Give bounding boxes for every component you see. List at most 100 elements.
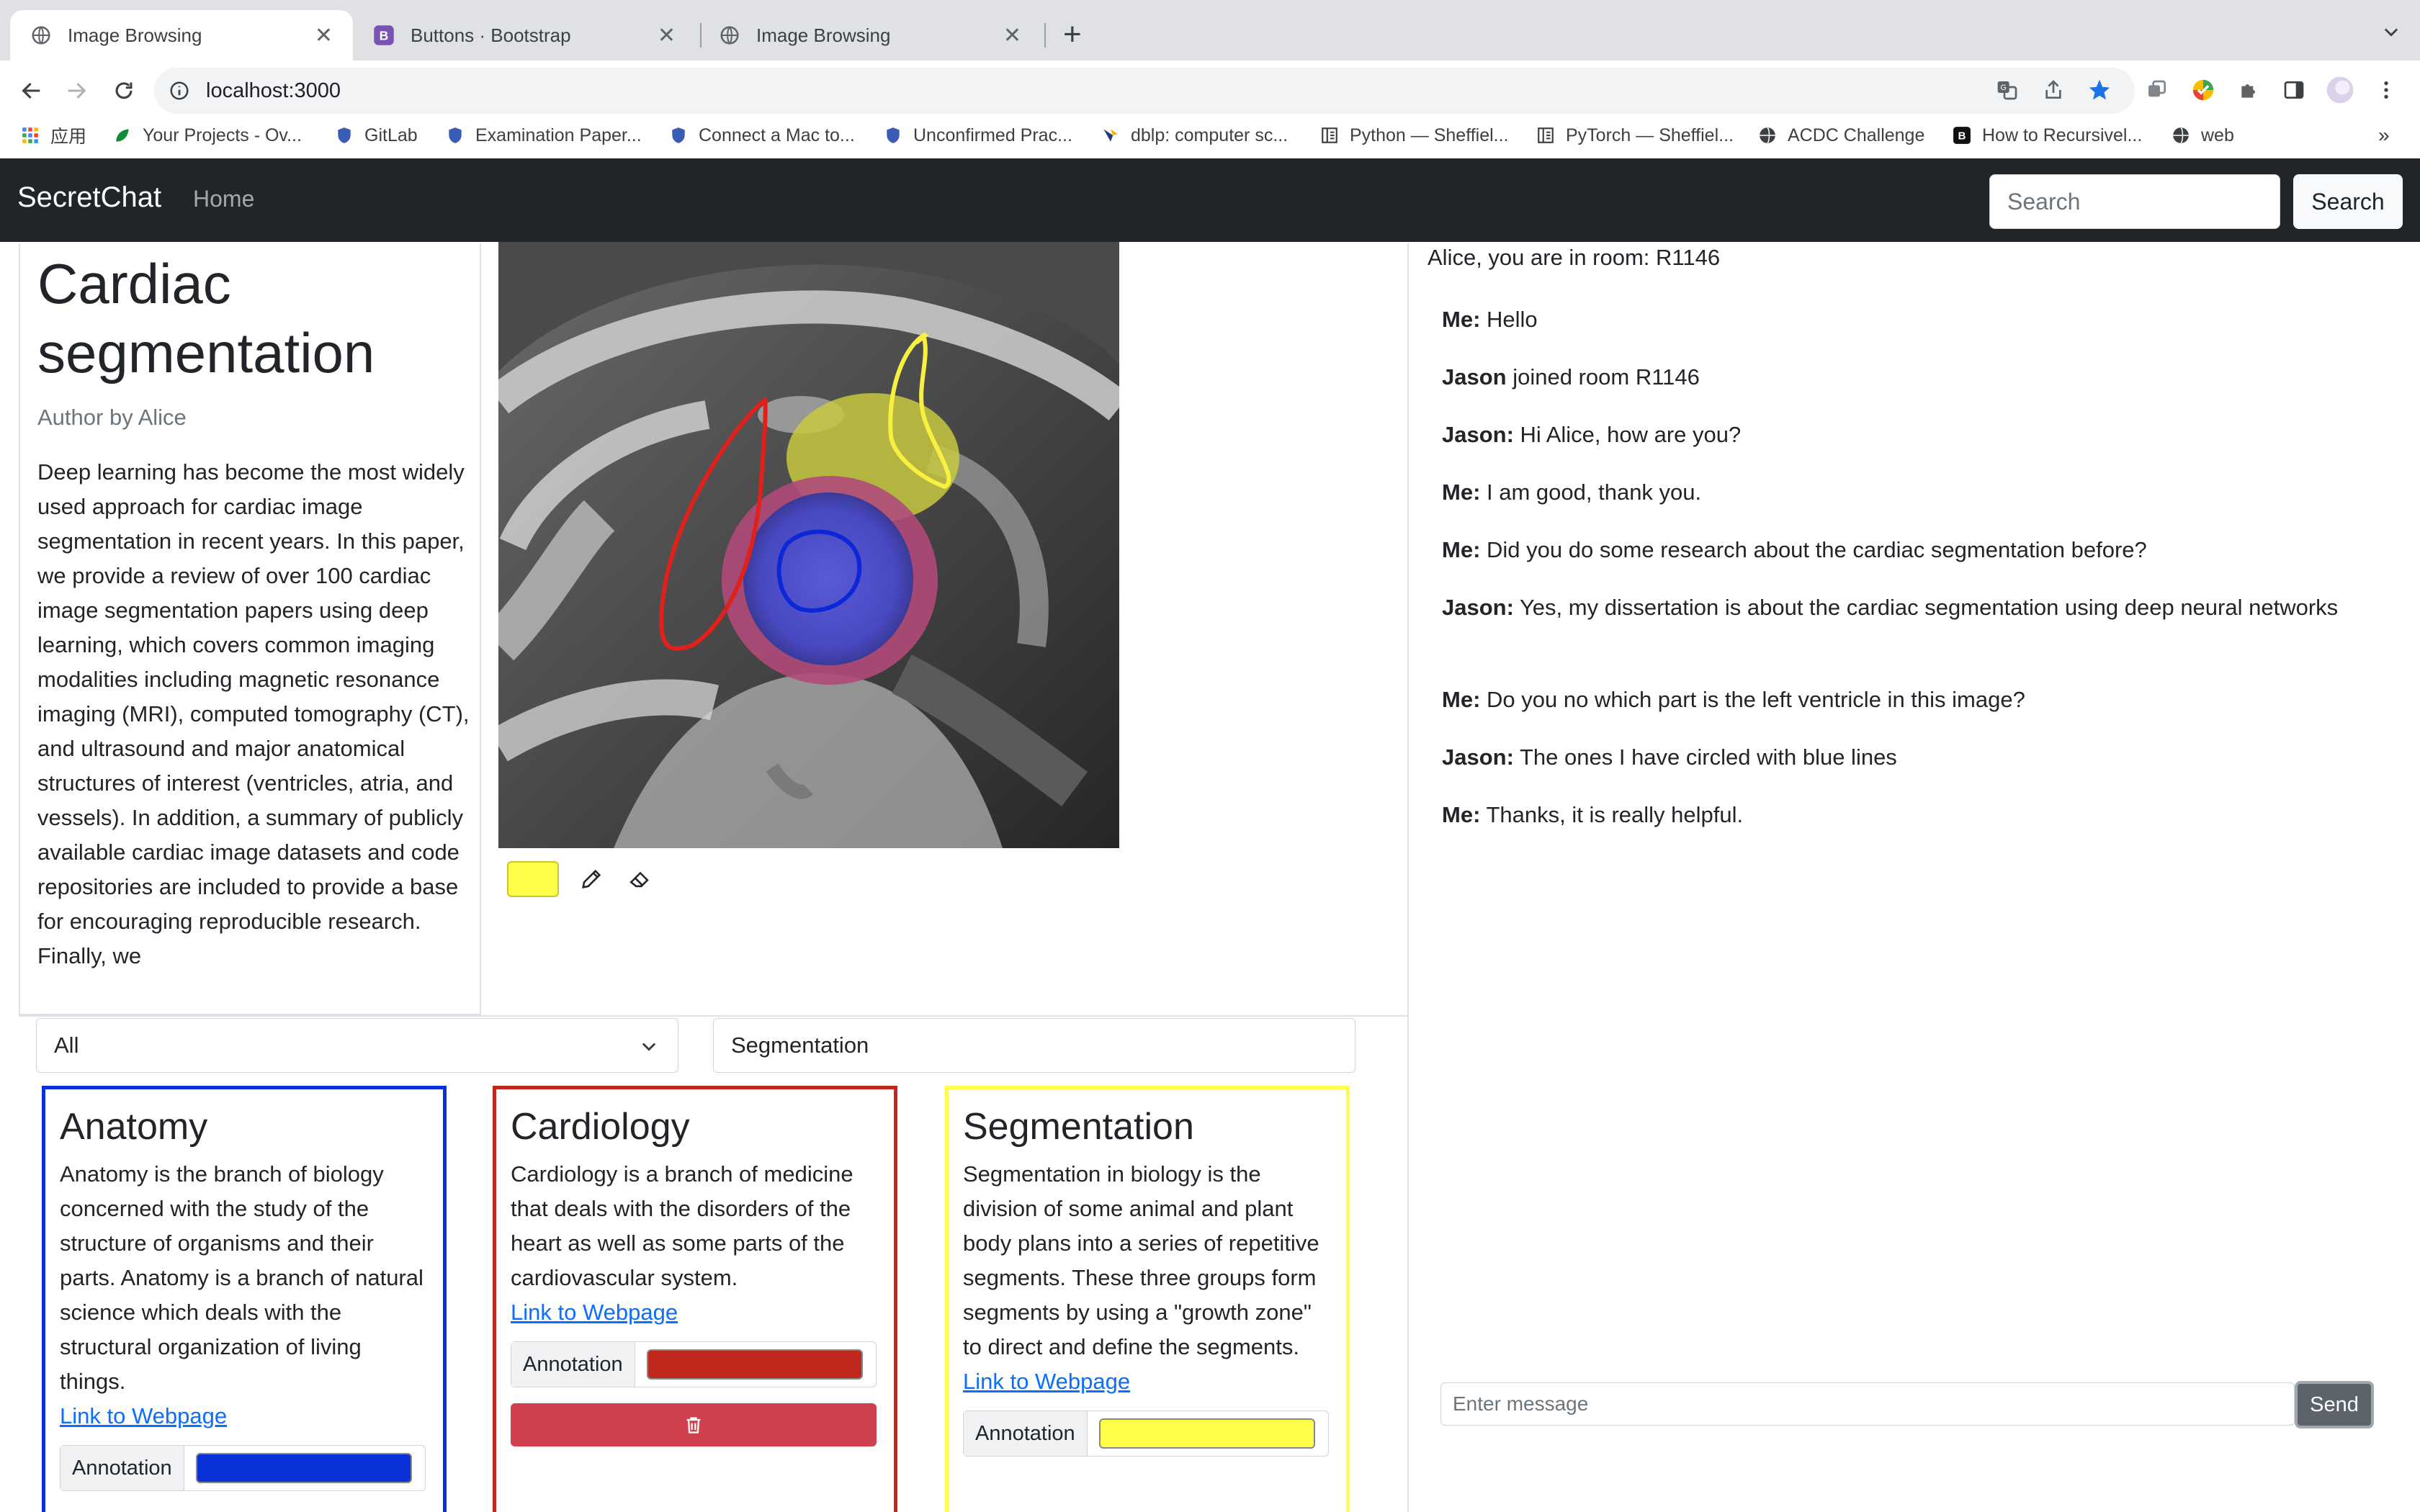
svg-text:B: B xyxy=(1958,130,1966,142)
close-tab-icon[interactable]: ✕ xyxy=(315,23,333,48)
bookmark-unconfirmed[interactable]: Unconfirmed Prac... xyxy=(883,114,1072,157)
chevron-down-icon xyxy=(642,1043,656,1051)
tab-image-browsing-active[interactable]: Image Browsing ✕ xyxy=(10,10,353,60)
bookmark-gitlab[interactable]: GitLab xyxy=(334,114,418,157)
address-bar[interactable]: localhost:3000 xyxy=(154,68,2135,114)
navbar-search-button[interactable]: Search xyxy=(2293,174,2403,229)
forward-button[interactable] xyxy=(58,72,95,109)
puzzle-icon[interactable] xyxy=(2231,72,2267,108)
extension-colorful-icon[interactable] xyxy=(2185,72,2221,108)
info-icon[interactable] xyxy=(169,80,190,102)
bookmark-connect-mac[interactable]: Connect a Mac to... xyxy=(668,114,855,157)
card-cardiology: Cardiology Cardiology is a branch of med… xyxy=(493,1086,897,1512)
close-tab-icon[interactable]: ✕ xyxy=(658,23,676,48)
card-segmentation: Segmentation Segmentation in biology is … xyxy=(945,1086,1350,1512)
bookmark-star-icon[interactable] xyxy=(2081,72,2118,108)
bookmark-how-to-recursively[interactable]: B How to Recursivel... xyxy=(1952,114,2142,157)
chat-message-input[interactable] xyxy=(1440,1382,2295,1426)
shield-icon xyxy=(883,125,903,145)
card-link[interactable]: Link to Webpage xyxy=(60,1399,429,1434)
card-anatomy: Anatomy Anatomy is the branch of biology… xyxy=(42,1086,447,1512)
brand-logo[interactable]: SecretChat xyxy=(17,181,161,214)
apps-grid-icon xyxy=(20,125,40,145)
message-text: joined room R1146 xyxy=(1506,364,1700,390)
card-text: Cardiology is a branch of medicine that … xyxy=(511,1161,853,1290)
category-select-value: All xyxy=(54,1032,79,1058)
bookmark-label: GitLab xyxy=(364,125,418,145)
horizontal-divider xyxy=(19,1015,1409,1017)
annotation-toolbar xyxy=(507,860,657,899)
chat-message: Me: Hello xyxy=(1442,302,2357,337)
annotation-canvas[interactable] xyxy=(498,242,1119,848)
svg-text:B: B xyxy=(380,28,389,42)
card-link[interactable]: Link to Webpage xyxy=(511,1295,879,1330)
back-button[interactable] xyxy=(13,72,50,109)
bookmark-web[interactable]: web xyxy=(2171,114,2234,157)
shield-icon xyxy=(334,125,354,145)
message-text: The ones I have circled with blue lines xyxy=(1513,744,1897,770)
nav-home-link[interactable]: Home xyxy=(193,186,254,212)
delete-button[interactable] xyxy=(511,1403,877,1446)
chevron-down-icon[interactable] xyxy=(2381,22,2401,42)
article-title: Cardiac segmentation xyxy=(37,252,375,384)
message-sender: Jason xyxy=(1442,364,1507,390)
reload-button[interactable] xyxy=(105,72,143,109)
globe-icon xyxy=(32,26,50,45)
url-text: localhost:3000 xyxy=(206,78,341,102)
extension-copy-icon[interactable] xyxy=(2139,72,2175,108)
more-bookmarks-button[interactable]: » xyxy=(2378,114,2390,157)
category-search-input[interactable] xyxy=(713,1018,1355,1073)
bookmark-pytorch[interactable]: PyTorch — Sheffiel... xyxy=(1536,114,1734,157)
bookmark-examination[interactable]: Examination Paper... xyxy=(445,114,642,157)
message-sender: Me: xyxy=(1442,687,1481,712)
color-picker-swatch[interactable] xyxy=(507,861,559,897)
annotation-color-bar[interactable] xyxy=(195,1453,412,1483)
pencil-icon[interactable] xyxy=(575,863,608,896)
chat-message: Jason joined room R1146 xyxy=(1442,360,2357,395)
tab-title: Image Browsing xyxy=(68,24,202,46)
app-navbar: SecretChat Home Search xyxy=(0,158,2420,242)
chat-message: Jason: Hi Alice, how are you? xyxy=(1442,418,2357,452)
svg-text:G: G xyxy=(2001,84,2007,92)
annotation-color-bar[interactable] xyxy=(1098,1418,1315,1449)
annotation-row: Annotation xyxy=(963,1410,1329,1457)
bookmark-label: web xyxy=(2201,125,2234,145)
share-icon[interactable] xyxy=(2035,72,2071,108)
bookmark-dblp[interactable]: dblp: computer sc... xyxy=(1101,114,1288,157)
globe-icon xyxy=(720,26,739,45)
new-tab-button[interactable]: + xyxy=(1063,19,1082,50)
annotation-row: Annotation xyxy=(60,1445,426,1491)
annotation-label: Annotation xyxy=(964,1411,1088,1456)
bookmark-label: PyTorch — Sheffiel... xyxy=(1566,125,1734,145)
bootstrap-logo-icon: B xyxy=(1952,125,1972,145)
reload-icon xyxy=(115,82,133,99)
translate-icon[interactable]: G xyxy=(1989,72,2025,108)
eraser-icon[interactable] xyxy=(624,863,657,896)
side-panel-icon[interactable] xyxy=(2276,72,2312,108)
article-panel: Cardiac segmentation Author by Alice Dee… xyxy=(19,243,481,1015)
bookmark-python[interactable]: Python — Sheffiel... xyxy=(1319,114,1509,157)
card-title: Cardiology xyxy=(511,1106,690,1148)
kebab-menu-icon[interactable] xyxy=(2368,72,2404,108)
card-link[interactable]: Link to Webpage xyxy=(963,1364,1332,1399)
annotation-color-bar[interactable] xyxy=(646,1349,863,1380)
bookmark-acdc[interactable]: ACDC Challenge xyxy=(1757,114,1924,157)
chat-message: Jason: The ones I have circled with blue… xyxy=(1442,740,2357,775)
message-sender: Me: xyxy=(1442,537,1481,562)
bookmark-overleaf[interactable]: Your Projects - Ov... xyxy=(112,114,302,157)
card-title: Segmentation xyxy=(963,1106,1194,1148)
bookmark-label: Connect a Mac to... xyxy=(699,125,855,145)
tab-image-browsing[interactable]: Image Browsing ✕ xyxy=(699,10,1041,60)
article-author: Author by Alice xyxy=(37,405,187,430)
book-icon xyxy=(1536,125,1556,145)
close-tab-icon[interactable]: ✕ xyxy=(1003,23,1021,48)
bookmark-apps[interactable]: 应用 xyxy=(20,114,86,157)
navbar-search-input[interactable] xyxy=(1989,174,2280,229)
message-sender: Jason: xyxy=(1442,595,1514,620)
message-text: Did you do some research about the cardi… xyxy=(1480,537,2147,562)
category-select[interactable]: All xyxy=(36,1018,678,1073)
tab-bootstrap[interactable]: B Buttons · Bootstrap ✕ xyxy=(353,10,696,60)
leaf-icon xyxy=(112,125,133,145)
send-button[interactable]: Send xyxy=(2295,1381,2374,1428)
profile-avatar-icon[interactable] xyxy=(2322,72,2358,108)
